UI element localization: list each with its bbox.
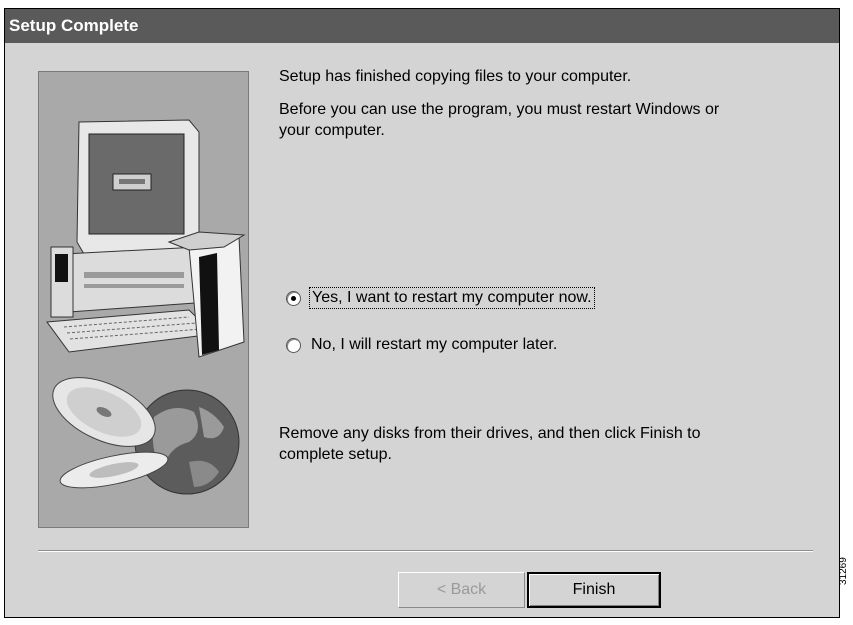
restart-message-line1: Before you can use the program, you must… [279, 101, 720, 118]
figure-code: 31269 [838, 557, 849, 585]
finish-button[interactable]: Finish [527, 572, 661, 608]
globe-icon [134, 389, 240, 495]
setup-illustration [38, 71, 249, 528]
restart-now-option[interactable]: Yes, I want to restart my computer now. [286, 287, 595, 309]
restart-message-line2: your computer. [279, 122, 385, 139]
separator [38, 550, 813, 552]
remove-disks-line1: Remove any disks from their drives, and … [279, 425, 701, 442]
restart-later-label[interactable]: No, I will restart my computer later. [311, 336, 557, 354]
radio-selected-icon[interactable] [286, 290, 301, 306]
remove-disks-line2: complete setup. [279, 446, 392, 463]
radio-unselected-icon[interactable] [286, 337, 301, 353]
restart-later-option[interactable]: No, I will restart my computer later. [286, 334, 557, 356]
restart-now-label[interactable]: Yes, I want to restart my computer now. [309, 287, 595, 309]
dialog-title: Setup Complete [5, 9, 839, 43]
finished-message: Setup has finished copying files to your… [279, 68, 632, 85]
computer-icon [46, 119, 246, 358]
setup-dialog: Setup Complete Setup has finished copyin… [4, 8, 840, 618]
back-button[interactable]: < Back [398, 572, 525, 608]
